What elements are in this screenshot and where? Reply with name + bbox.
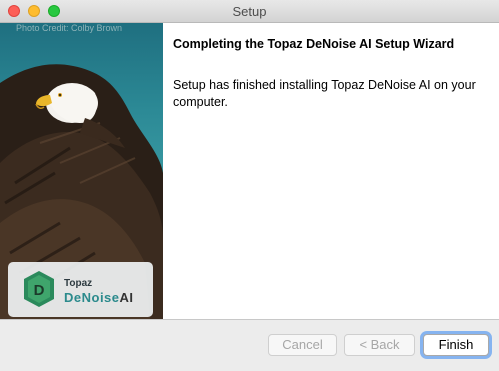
setup-window: Setup Photo Credit: Colby Brown D Topaz … (0, 0, 499, 371)
topaz-logo-icon: D (24, 271, 54, 307)
window-title: Setup (232, 4, 267, 19)
logo-product-main: DeNoise (64, 290, 120, 305)
wizard-banner-image: Photo Credit: Colby Brown D Topaz DeNois… (0, 23, 163, 319)
footer-divider (0, 319, 499, 320)
logo-product-suffix: AI (119, 290, 134, 305)
wizard-content-panel: Completing the Topaz DeNoise AI Setup Wi… (163, 23, 499, 319)
wizard-body-text: Setup has finished installing Topaz DeNo… (173, 78, 476, 109)
product-logo-card: D Topaz DeNoiseAI (8, 262, 153, 317)
cancel-button[interactable]: Cancel (268, 334, 337, 356)
logo-product-text: DeNoiseAI (64, 290, 134, 305)
finish-button[interactable]: Finish (423, 334, 489, 356)
title-bar: Setup (0, 0, 499, 23)
photo-credit: Photo Credit: Colby Brown (16, 23, 123, 33)
back-button[interactable]: < Back (344, 334, 415, 356)
wizard-heading: Completing the Topaz DeNoise AI Setup Wi… (173, 37, 455, 51)
logo-brand-text: Topaz (64, 278, 93, 289)
svg-text:D: D (34, 282, 45, 299)
